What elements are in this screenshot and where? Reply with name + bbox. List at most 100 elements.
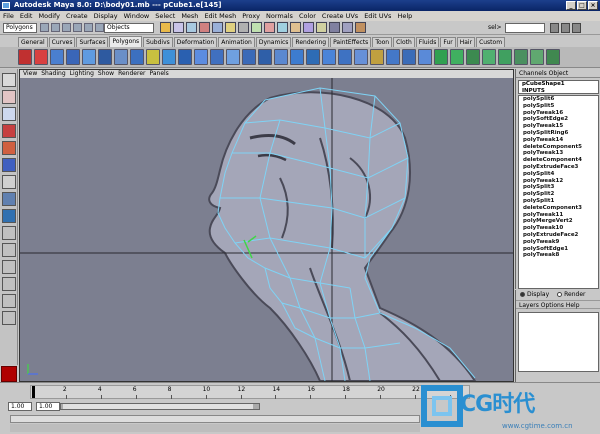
shelf-tool-icon[interactable] [226, 49, 240, 65]
history-node-item[interactable]: polyTweak16 [519, 110, 598, 117]
select-tool-icon[interactable] [2, 73, 16, 87]
history-node-item[interactable]: polyTweak8 [519, 252, 598, 259]
mask-misc-icon[interactable] [251, 22, 262, 33]
show-channel-box-icon[interactable] [572, 23, 581, 33]
history-node-item[interactable]: deleteComponent3 [519, 205, 598, 212]
range-slider[interactable] [60, 403, 260, 410]
shelf-tool-icon[interactable] [386, 49, 400, 65]
open-scene-icon[interactable] [51, 23, 60, 32]
display-layer-radio[interactable]: Display [520, 290, 549, 300]
shelf-tool-icon[interactable] [34, 49, 48, 65]
vp-menu-lighting[interactable]: Lighting [70, 70, 94, 78]
menu-create[interactable]: Create [66, 11, 88, 21]
mask-handle-icon[interactable] [160, 22, 171, 33]
lasso-tool-icon[interactable] [2, 90, 16, 104]
history-node-item[interactable]: polySplit4 [519, 171, 598, 178]
last-tool-icon[interactable] [2, 209, 16, 223]
shelf-tool-icon[interactable] [306, 49, 320, 65]
tab-general[interactable]: General [18, 37, 48, 47]
tab-deformation[interactable]: Deformation [173, 37, 218, 47]
single-pane-layout-icon[interactable] [2, 226, 16, 240]
shelf-tool-icon[interactable] [466, 49, 480, 65]
select-object-icon[interactable] [84, 23, 93, 32]
tab-fluids[interactable]: Fluids [415, 37, 440, 47]
render-globals-icon[interactable] [355, 22, 366, 33]
menu-proxy[interactable]: Proxy [242, 11, 260, 21]
minimize-button[interactable]: _ [566, 1, 576, 10]
shelf-tool-icon[interactable] [98, 49, 112, 65]
snap-plane-icon[interactable] [303, 22, 314, 33]
manipulator-tool-icon[interactable] [2, 175, 16, 189]
history-node-item[interactable]: polyTweak14 [519, 137, 598, 144]
shelf-tool-icon[interactable] [290, 49, 304, 65]
history-node-item[interactable]: polySplit5 [519, 103, 598, 110]
shelf-tool-icon[interactable] [18, 49, 32, 65]
shelf-tool-icon[interactable] [114, 49, 128, 65]
shelf-tool-icon[interactable] [546, 49, 560, 65]
shelf-tool-icon[interactable] [274, 49, 288, 65]
rotate-tool-icon[interactable] [2, 141, 16, 155]
shelf-tool-icon[interactable] [450, 49, 464, 65]
tab-toon[interactable]: Toon [372, 37, 393, 47]
history-node-item[interactable]: polySplit3 [519, 184, 598, 191]
shelf-tool-icon[interactable] [370, 49, 384, 65]
history-node-item[interactable]: polySplit1 [519, 198, 598, 205]
tab-animation[interactable]: Animation [218, 37, 255, 47]
tab-hair[interactable]: Hair [456, 37, 476, 47]
select-hierarchy-icon[interactable] [73, 23, 82, 32]
current-time-indicator[interactable] [32, 386, 35, 398]
menu-set-dropdown[interactable]: Polygons [3, 23, 37, 33]
soft-mod-tool-icon[interactable] [2, 192, 16, 206]
close-button[interactable]: × [588, 1, 598, 10]
tab-painteffects[interactable]: PaintEffects [330, 37, 372, 47]
tab-curves[interactable]: Curves [48, 37, 76, 47]
shelf-tool-icon[interactable] [514, 49, 528, 65]
shelf-tool-icon[interactable] [162, 49, 176, 65]
shelf-tool-icon[interactable] [418, 49, 432, 65]
history-node-item[interactable]: polyExtrudeFace2 [519, 232, 598, 239]
menu-modify[interactable]: Modify [38, 11, 60, 21]
shelf-tool-icon[interactable] [402, 49, 416, 65]
tab-fur[interactable]: Fur [440, 37, 456, 47]
hypershade-layout-icon[interactable] [2, 311, 16, 325]
four-pane-layout-icon[interactable] [2, 243, 16, 257]
snap-curve-icon[interactable] [277, 22, 288, 33]
tab-surfaces[interactable]: Surfaces [76, 37, 109, 47]
shelf-tool-icon[interactable] [338, 49, 352, 65]
history-node-item[interactable]: polySoftEdge2 [519, 116, 598, 123]
save-scene-icon[interactable] [62, 23, 71, 32]
shelf-tool-icon[interactable] [322, 49, 336, 65]
tab-subdivs[interactable]: Subdivs [143, 37, 173, 47]
history-node-item[interactable]: deleteComponent5 [519, 144, 598, 151]
start-time-field[interactable]: 1.00 [8, 402, 32, 411]
menu-normals[interactable]: Normals [266, 11, 293, 21]
render-frame-icon[interactable] [329, 22, 340, 33]
shelf-tool-icon[interactable] [530, 49, 544, 65]
maximize-button[interactable]: □ [577, 1, 587, 10]
scale-tool-icon[interactable] [2, 158, 16, 172]
history-node-item[interactable]: polySplit2 [519, 191, 598, 198]
selection-mode-field[interactable]: Objects [104, 23, 154, 33]
layer-list-area[interactable] [518, 312, 599, 372]
history-node-item[interactable]: polySoftEdge1 [519, 246, 598, 253]
render-layer-radio[interactable]: Render [557, 290, 586, 300]
menu-select[interactable]: Select [155, 11, 175, 21]
mask-deform-icon[interactable] [212, 22, 223, 33]
shelf-tool-icon[interactable] [194, 49, 208, 65]
history-node-item[interactable]: polySplitRing6 [519, 130, 598, 137]
playback-start-field[interactable]: 1.00 [36, 402, 60, 411]
object-name[interactable]: pCubeShape1 [519, 81, 598, 88]
shelf-tool-icon[interactable] [210, 49, 224, 65]
snap-point-icon[interactable] [290, 22, 301, 33]
mask-dynamic-icon[interactable] [225, 22, 236, 33]
menu-help[interactable]: Help [397, 11, 412, 21]
menu-mesh[interactable]: Mesh [181, 11, 198, 21]
two-pane-layout-icon[interactable] [2, 260, 16, 274]
history-node-item[interactable]: polyTweak12 [519, 178, 598, 185]
vp-menu-renderer[interactable]: Renderer [118, 70, 145, 78]
shelf-tool-icon[interactable] [354, 49, 368, 65]
menu-edit[interactable]: Edit [20, 11, 33, 21]
tab-cloth[interactable]: Cloth [393, 37, 415, 47]
tab-rendering[interactable]: Rendering [292, 37, 330, 47]
menu-color[interactable]: Color [299, 11, 316, 21]
